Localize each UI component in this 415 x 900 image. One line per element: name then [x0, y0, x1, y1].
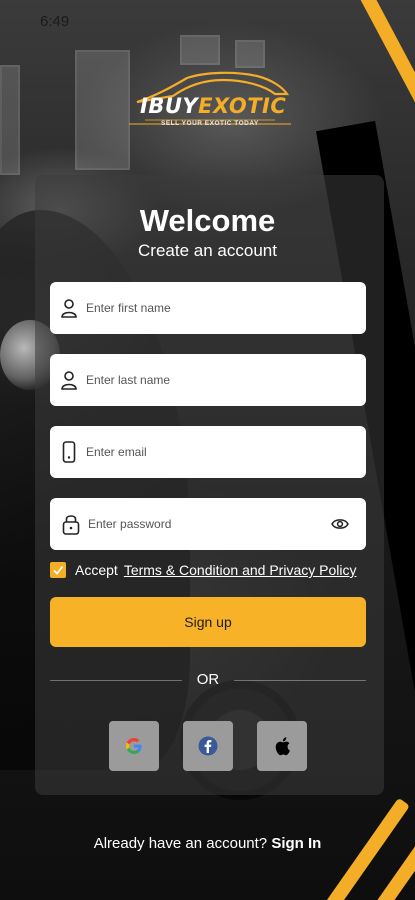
apple-signin-button[interactable]	[257, 721, 307, 771]
terms-link[interactable]: Terms & Condition and Privacy Policy	[124, 562, 357, 578]
check-icon	[53, 565, 64, 575]
page-subtitle: Create an account	[138, 241, 277, 260]
email-input[interactable]	[86, 437, 316, 467]
last-name-input[interactable]	[86, 365, 316, 395]
page-title: Welcome	[139, 203, 276, 238]
signin-link[interactable]: Sign In	[271, 835, 321, 852]
divider-line-right	[234, 680, 366, 681]
brand-tagline: SELL YOUR EXOTIC TODAY	[161, 120, 259, 127]
first-name-input[interactable]	[86, 293, 316, 323]
brand-name: IBUYEXOTIC	[140, 94, 287, 118]
user-icon	[52, 354, 86, 406]
terms-checkbox[interactable]	[50, 562, 66, 578]
facebook-signin-button[interactable]	[183, 721, 233, 771]
signup-card	[35, 175, 384, 795]
lock-icon	[54, 498, 88, 550]
eye-icon[interactable]	[330, 514, 350, 534]
password-input[interactable]	[88, 509, 318, 539]
apple-icon	[275, 737, 290, 756]
phone-icon	[52, 426, 86, 478]
google-icon	[126, 738, 142, 754]
user-icon	[52, 282, 86, 334]
signup-button[interactable]: Sign up	[50, 597, 366, 647]
terms-row: Accept Terms & Condition and Privacy Pol…	[50, 560, 356, 580]
signin-prompt: Already have an account? Sign In	[0, 835, 415, 852]
or-divider: OR	[50, 670, 366, 690]
facebook-icon	[198, 736, 218, 756]
first-name-field[interactable]	[50, 282, 366, 334]
google-signin-button[interactable]	[109, 721, 159, 771]
password-field[interactable]	[50, 498, 366, 550]
last-name-field[interactable]	[50, 354, 366, 406]
signin-prompt-text: Already have an account?	[93, 835, 268, 852]
terms-prefix: Accept	[75, 562, 118, 578]
email-field[interactable]	[50, 426, 366, 478]
status-time: 6:49	[40, 13, 70, 30]
